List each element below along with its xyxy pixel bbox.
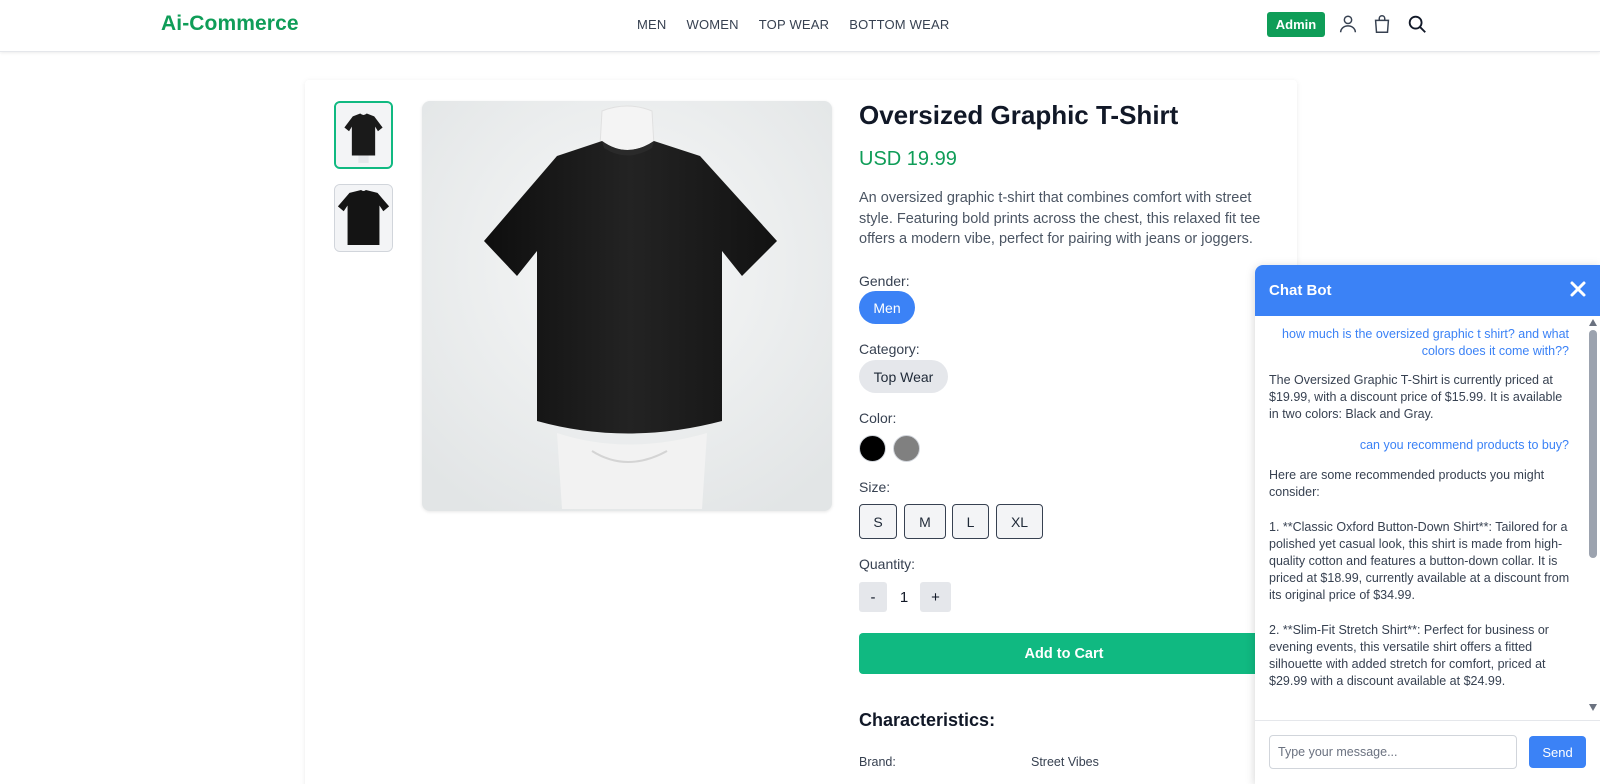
chat-message-bot: Here are some recommended products you m… — [1269, 468, 1570, 689]
color-label: Color: — [859, 410, 897, 426]
color-swatch-gray[interactable] — [893, 435, 920, 462]
send-button[interactable]: Send — [1529, 736, 1586, 768]
nav-link-women[interactable]: WOMEN — [687, 17, 739, 32]
category-option-top-wear[interactable]: Top Wear — [859, 360, 948, 393]
scroll-down-arrow-icon[interactable] — [1589, 704, 1597, 711]
main-nav: MEN WOMEN TOP WEAR BOTTOM WEAR — [637, 17, 949, 32]
chat-bot-panel: Chat Bot how much is the oversized graph… — [1255, 265, 1600, 784]
size-option-s[interactable]: S — [859, 504, 897, 539]
nav-link-top-wear[interactable]: TOP WEAR — [759, 17, 829, 32]
gender-label: Gender: — [859, 273, 910, 289]
product-thumbnail-back[interactable] — [334, 184, 393, 252]
scroll-up-arrow-icon[interactable] — [1589, 319, 1597, 326]
site-header: Ai-Commerce MEN WOMEN TOP WEAR BOTTOM WE… — [0, 0, 1600, 52]
chat-input-bar: Send — [1255, 720, 1600, 784]
quantity-label: Quantity: — [859, 556, 916, 572]
user-icon[interactable] — [1337, 13, 1359, 35]
nav-link-men[interactable]: MEN — [637, 17, 667, 32]
chat-messages[interactable]: how much is the oversized graphic t shir… — [1255, 316, 1585, 716]
chat-title: Chat Bot — [1269, 282, 1332, 299]
product-description: An oversized graphic t-shirt that combin… — [859, 190, 1261, 247]
characteristics-heading: Characteristics: — [859, 710, 996, 730]
product-title: Oversized Graphic T-Shirt — [859, 100, 1179, 130]
size-option-m[interactable]: M — [904, 504, 946, 539]
shopping-bag-icon[interactable] — [1371, 13, 1393, 35]
color-swatch-black[interactable] — [859, 435, 886, 462]
admin-button[interactable]: Admin — [1267, 12, 1325, 37]
chat-header: Chat Bot — [1255, 265, 1600, 316]
product-price: USD 19.99 — [859, 148, 957, 170]
chat-scrollbar[interactable] — [1587, 317, 1600, 717]
category-label: Category: — [859, 341, 920, 357]
chat-message-bot: The Oversized Graphic T-Shirt is current… — [1269, 373, 1563, 422]
add-to-cart-button[interactable]: Add to Cart — [859, 633, 1269, 674]
search-icon[interactable] — [1406, 13, 1428, 35]
site-logo[interactable]: Ai-Commerce — [161, 12, 299, 36]
brand-value: Street Vibes — [1031, 755, 1099, 769]
size-label: Size: — [859, 479, 891, 495]
quantity-value: 1 — [899, 589, 909, 606]
brand-label: Brand: — [859, 755, 896, 769]
scrollbar-thumb[interactable] — [1589, 330, 1597, 558]
chat-message-input[interactable] — [1269, 735, 1517, 769]
quantity-increase-button[interactable]: + — [920, 582, 951, 612]
gender-option-men[interactable]: Men — [859, 291, 915, 324]
product-thumbnail-front[interactable] — [334, 101, 393, 169]
product-main-image — [422, 101, 832, 511]
size-option-xl[interactable]: XL — [996, 504, 1043, 539]
chat-message-user: how much is the oversized graphic t shir… — [1282, 327, 1569, 358]
close-icon[interactable] — [1566, 277, 1590, 301]
size-option-l[interactable]: L — [952, 504, 989, 539]
chat-message-user: can you recommend products to buy? — [1359, 438, 1569, 452]
nav-link-bottom-wear[interactable]: BOTTOM WEAR — [849, 17, 949, 32]
quantity-decrease-button[interactable]: - — [859, 582, 887, 612]
